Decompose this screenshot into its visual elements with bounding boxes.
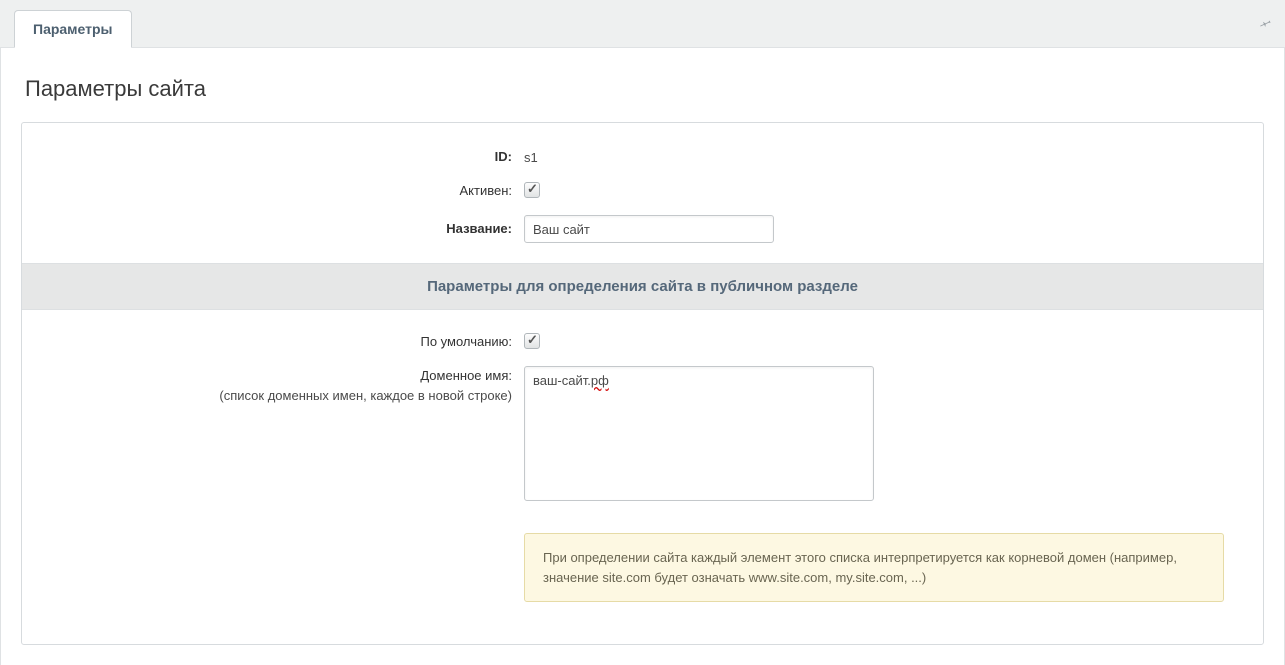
domain-textarea-value: ваш-сайт.рф — [533, 373, 609, 388]
tab-parameters[interactable]: Параметры — [14, 10, 132, 48]
row-id: ID: s1 — [40, 147, 1245, 167]
page-root: Параметры Параметры сайта ID: s1 Активен… — [0, 0, 1285, 665]
default-label: По умолчанию: — [420, 334, 512, 349]
settings-panel: ID: s1 Активен: Название: Параметры для … — [21, 122, 1264, 645]
row-name: Название: — [40, 215, 1245, 243]
domain-label: Доменное имя: — [420, 368, 512, 383]
pin-icon[interactable] — [1254, 14, 1274, 37]
domain-sublabel: (список доменных имен, каждое в новой ст… — [40, 386, 512, 406]
id-value: s1 — [520, 150, 1245, 165]
content-area: Параметры сайта ID: s1 Активен: Название… — [0, 48, 1285, 665]
tab-strip: Параметры — [0, 0, 1285, 48]
active-checkbox[interactable] — [524, 182, 540, 198]
default-checkbox[interactable] — [524, 333, 540, 349]
section-heading: Параметры для определения сайта в публич… — [22, 263, 1263, 310]
row-domain: Доменное имя: (список доменных имен, каж… — [40, 366, 1245, 501]
id-label: ID: — [495, 149, 512, 164]
domain-note: При определении сайта каждый элемент это… — [524, 533, 1224, 602]
page-title: Параметры сайта — [25, 76, 1274, 102]
active-label: Активен: — [459, 183, 512, 198]
row-default: По умолчанию: — [40, 332, 1245, 352]
name-label: Название: — [446, 221, 512, 236]
row-active: Активен: — [40, 181, 1245, 201]
domain-textarea[interactable]: ваш-сайт.рф — [524, 366, 874, 501]
row-domain-note: При определении сайта каждый элемент это… — [40, 515, 1245, 602]
name-input[interactable] — [524, 215, 774, 243]
